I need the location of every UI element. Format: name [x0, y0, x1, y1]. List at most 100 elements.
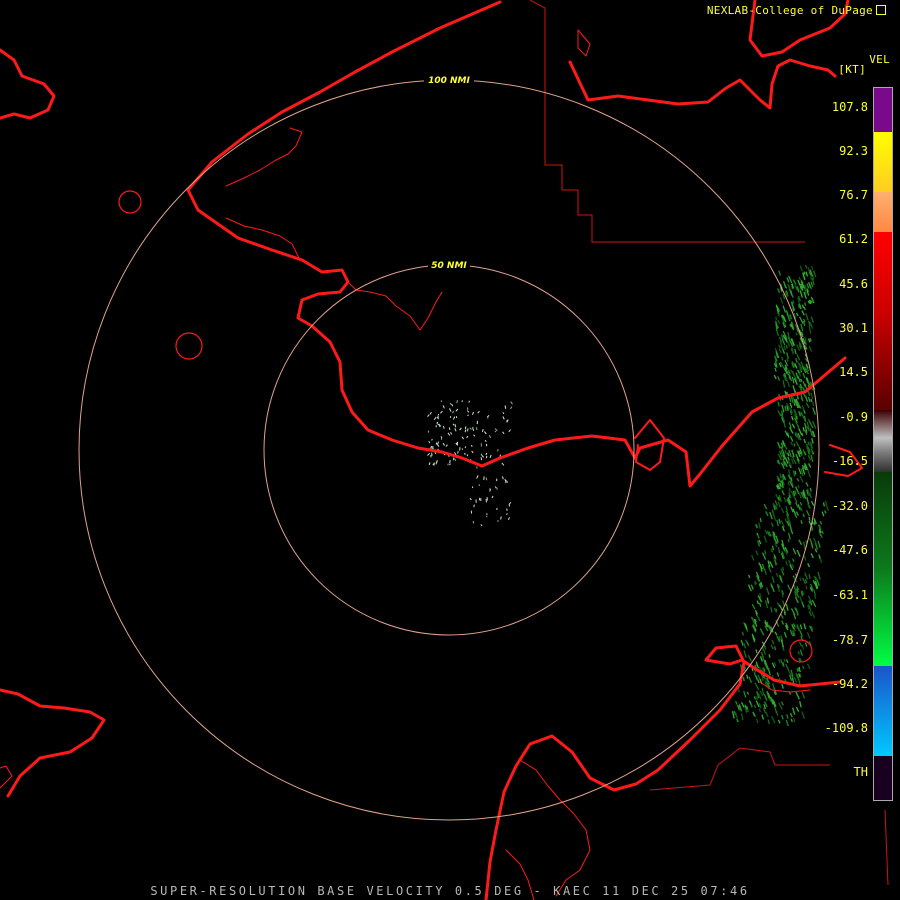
velocity-echo	[785, 506, 788, 512]
clutter-echo	[464, 429, 467, 433]
velocity-echo	[808, 605, 812, 612]
clutter-echo	[442, 425, 445, 429]
velocity-echo	[808, 573, 811, 579]
velocity-echo	[774, 367, 777, 372]
velocity-echo	[800, 378, 803, 382]
clutter-echo	[494, 430, 497, 433]
velocity-echo	[797, 467, 802, 475]
clutter-echo	[484, 431, 487, 435]
velocity-echo	[778, 702, 783, 710]
velocity-echo	[793, 627, 796, 632]
velocity-echo	[763, 693, 768, 701]
velocity-echo	[803, 623, 807, 630]
velocity-echo	[792, 623, 796, 628]
velocity-echo	[800, 394, 804, 401]
clutter-echo	[508, 502, 512, 506]
clutter-echo	[505, 480, 509, 483]
clutter-echo	[484, 439, 487, 442]
clutter-echo	[450, 431, 453, 435]
clutter-echo	[449, 463, 451, 466]
velocity-echo	[811, 437, 814, 444]
clutter-echo	[442, 405, 445, 409]
velocity-echo	[792, 279, 797, 286]
velocity-echo	[757, 540, 760, 546]
velocity-echo	[805, 313, 809, 321]
velocity-echo	[778, 344, 781, 349]
clutter-echo	[485, 455, 488, 459]
velocity-echo	[766, 587, 770, 595]
velocity-echo	[740, 639, 744, 646]
clutter-echo	[466, 454, 469, 457]
velocity-echo	[811, 297, 815, 304]
clutter-echo	[454, 458, 457, 462]
clutter-echo	[448, 427, 451, 431]
velocity-echo	[754, 524, 758, 529]
velocity-echo	[782, 566, 785, 571]
clutter-echo	[437, 423, 440, 426]
legend-tick-label: -32.0	[831, 499, 868, 513]
clutter-echo	[481, 454, 485, 458]
velocity-echo	[807, 441, 810, 446]
velocity-echo	[795, 372, 799, 379]
velocity-echo	[778, 518, 781, 524]
velocity-echo	[779, 361, 785, 369]
external-link-icon[interactable]	[876, 5, 886, 15]
clutter-echo	[504, 478, 507, 482]
velocity-echo	[766, 597, 770, 604]
velocity-echo	[787, 381, 791, 388]
clutter-echo	[466, 410, 470, 413]
velocity-echo	[755, 700, 760, 708]
velocity-echo	[759, 517, 762, 523]
velocity-echo	[805, 482, 809, 487]
velocity-echo	[799, 366, 802, 372]
velocity-echo	[781, 620, 785, 625]
velocity-echo	[777, 496, 780, 501]
velocity-echo	[777, 501, 781, 508]
velocity-echo	[756, 615, 761, 622]
clutter-echo	[506, 508, 508, 511]
velocity-echo	[798, 428, 803, 436]
velocity-echo	[816, 579, 820, 587]
clutter-echo	[476, 475, 479, 479]
velocity-echo	[794, 470, 797, 475]
velocity-echo	[801, 310, 805, 316]
velocity-echo	[800, 520, 803, 525]
velocity-echo	[798, 641, 803, 647]
velocity-echo	[803, 271, 806, 275]
clutter-echo	[431, 438, 433, 441]
velocity-echo	[757, 674, 761, 680]
clutter-echo	[485, 452, 488, 456]
velocity-echo	[793, 584, 797, 592]
velocity-echo	[774, 646, 777, 651]
velocity-echo	[805, 585, 808, 590]
velocity-echo	[809, 441, 813, 449]
velocity-echo	[793, 676, 798, 683]
velocity-echo	[805, 402, 810, 409]
velocity-echo	[740, 702, 745, 708]
clutter-echo	[454, 423, 457, 428]
velocity-echo	[786, 358, 789, 362]
velocity-echo	[762, 707, 767, 714]
velocity-echo	[736, 718, 739, 723]
radar-map[interactable]: 100 NMI 50 NMI	[0, 0, 900, 900]
velocity-echo	[743, 643, 747, 649]
velocity-echo	[799, 577, 802, 582]
velocity-echo	[795, 332, 798, 336]
legend-tick-label: 107.8	[831, 100, 868, 114]
velocity-echo	[804, 394, 808, 399]
velocity-echo	[795, 357, 798, 363]
clutter-echo	[488, 434, 492, 439]
legend-tick-label: -109.8	[824, 721, 868, 735]
velocity-echo	[770, 548, 774, 553]
velocity-echo	[785, 719, 789, 727]
velocity-echo	[790, 369, 794, 374]
credit-label[interactable]: NEXLAB-College of DuPage	[707, 4, 886, 17]
velocity-echo	[792, 717, 796, 723]
velocity-echo	[809, 338, 812, 342]
legend-tick-label: TH	[853, 765, 868, 779]
velocity-echo	[791, 564, 795, 568]
velocity-echo	[799, 596, 803, 603]
velocity-echo	[771, 715, 776, 724]
velocity-echo	[803, 306, 806, 311]
velocity-echo	[786, 277, 790, 283]
